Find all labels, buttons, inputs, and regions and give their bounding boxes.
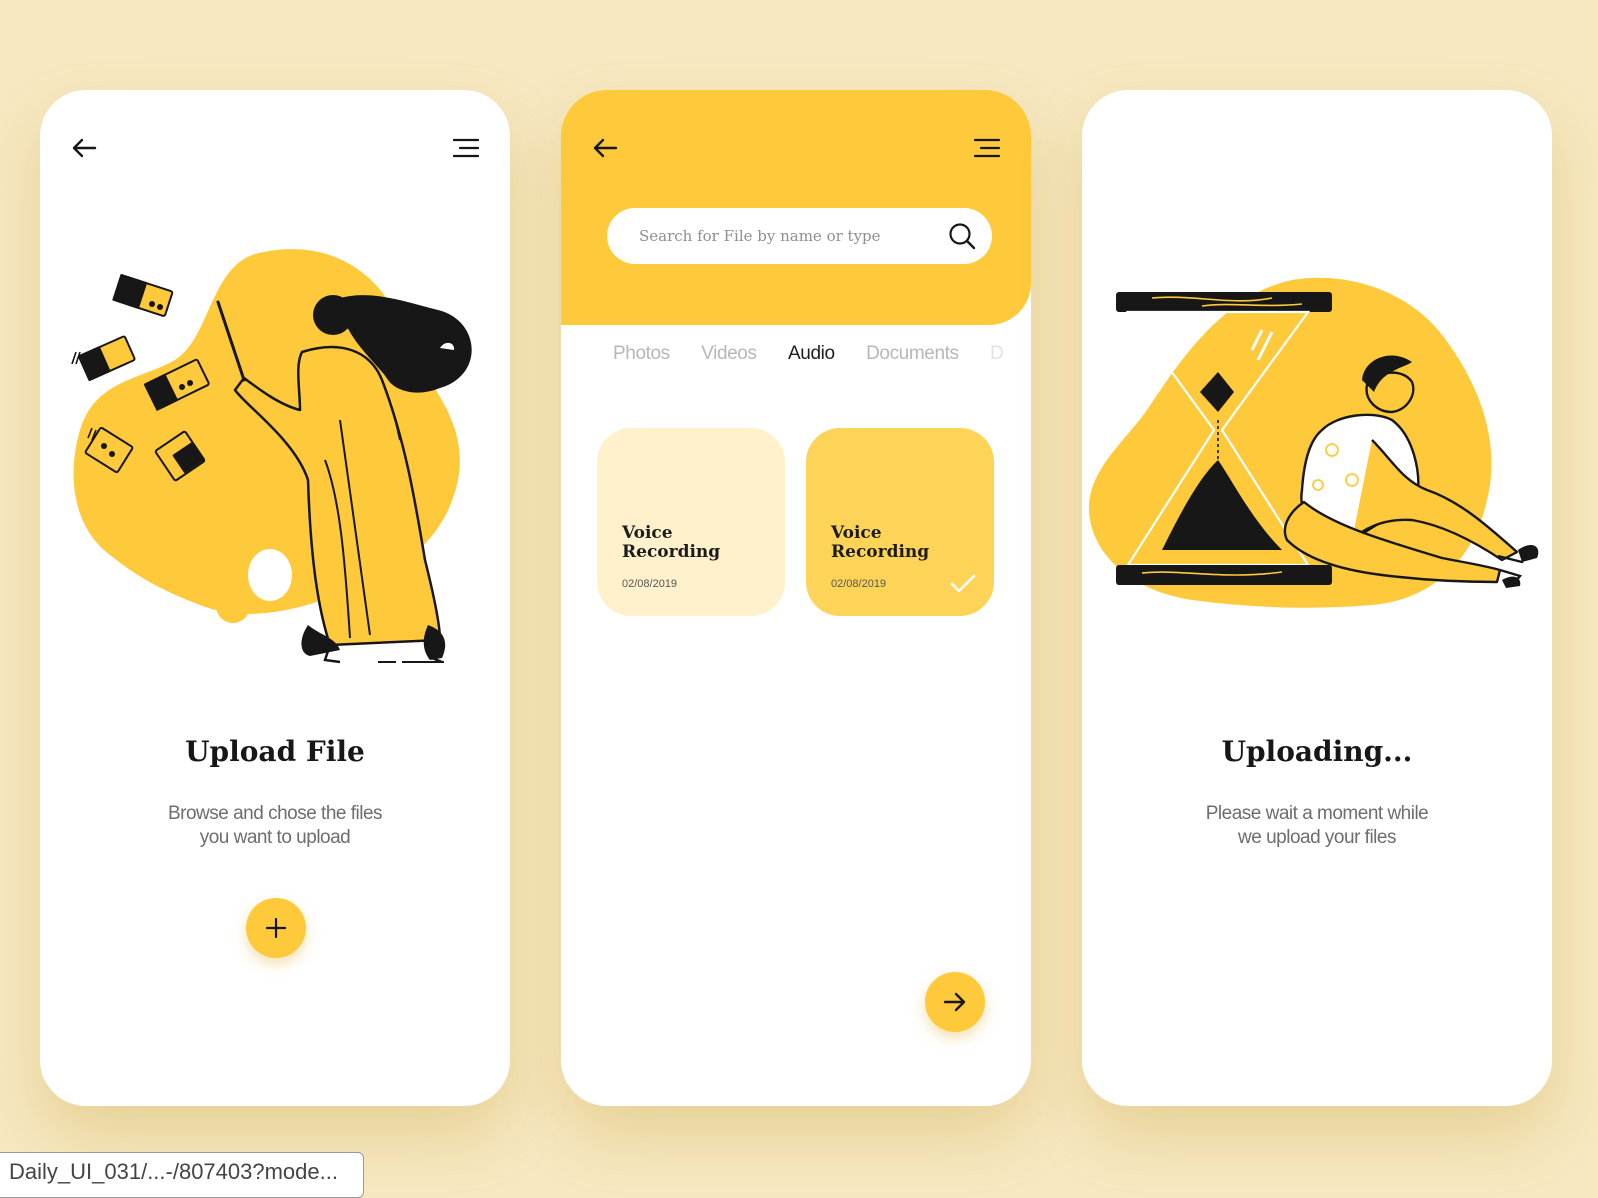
hamburger-menu-icon [974,138,1000,158]
add-file-button[interactable] [246,898,306,958]
check-icon [950,574,976,593]
search-input[interactable] [637,226,948,246]
file-date: 02/08/2019 [622,578,678,590]
screen-title: Uploading... [1221,735,1413,768]
tab-documents[interactable]: Documents [866,343,959,365]
file-name: Voice Recording [831,523,930,562]
back-button[interactable] [64,128,104,168]
hourglass-waiting-man-illustration [1088,277,1539,608]
uploading-screen: Uploading... Please wait a moment while … [1082,90,1552,1106]
file-date: 02/08/2019 [831,578,887,590]
tab-audio[interactable]: Audio [788,343,835,365]
tab-photos[interactable]: Photos [613,343,670,365]
search-icon[interactable] [948,222,976,250]
browser-status-caption: Daily_UI_031/...-/807403?mode... [0,1152,364,1198]
file-card[interactable]: Voice Recording 02/08/2019 [597,428,785,616]
file-type-tabs: Photos Videos Audio Documents D [613,343,1031,365]
plus-icon [266,918,286,938]
screen-description: Please wait a moment while we upload you… [1205,803,1429,848]
next-button[interactable] [925,972,985,1032]
arrow-right-icon [943,992,966,1012]
woman-with-flying-files-illustration [71,249,472,664]
hamburger-menu-icon [453,138,479,158]
menu-button[interactable] [967,128,1007,168]
screen-title: Upload File [185,735,365,768]
search-bar [607,208,992,264]
arrow-left-icon [72,138,97,158]
tab-videos[interactable]: Videos [701,343,757,365]
screen-description: Browse and chose the files you want to u… [167,803,383,848]
upload-file-screen: Upload File Browse and chose the files y… [40,90,510,1106]
file-browser-screen: Photos Videos Audio Documents D Voice Re… [561,90,1031,1106]
file-card-selected[interactable]: Voice Recording 02/08/2019 [806,428,994,616]
tab-partial[interactable]: D [990,343,1004,365]
file-name: Voice Recording [622,523,721,562]
menu-button[interactable] [446,128,486,168]
back-button[interactable] [585,128,625,168]
arrow-left-icon [593,138,618,158]
